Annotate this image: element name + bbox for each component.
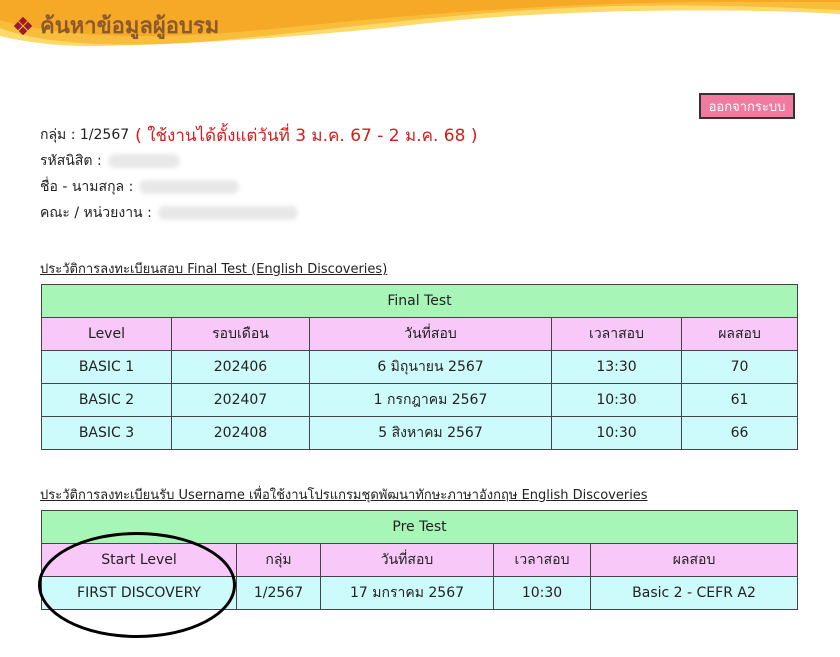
final-test-title: Final Test — [40, 284, 799, 318]
table-cell: BASIC 2 — [41, 383, 172, 417]
pre-test-table: Pre Test Start Level กลุ่ม วันที่สอบ เวล… — [40, 510, 799, 610]
final-test-table: Final Test Level รอบเดือน วันที่สอบ เวลา… — [40, 284, 799, 450]
pre-test-caption: ประวัติการลงทะเบียนรับ Username เพื่อใช้… — [40, 488, 648, 503]
table-row: FIRST DISCOVERY 1/2567 17 มกราคม 2567 10… — [41, 576, 799, 610]
table-row: BASIC 3 202408 5 สิงหาคม 2567 10:30 66 — [41, 416, 799, 450]
column-header: Start Level — [41, 543, 237, 577]
column-header: รอบเดือน — [171, 317, 310, 351]
table-cell: 1/2567 — [236, 576, 321, 610]
table-cell: 6 มิถุนายน 2567 — [309, 350, 552, 384]
table-row: BASIC 1 202406 6 มิถุนายน 2567 13:30 70 — [41, 350, 799, 384]
column-header: วันที่สอบ — [309, 317, 552, 351]
column-header: ผลสอบ — [680, 317, 799, 351]
table-cell: FIRST DISCOVERY — [41, 576, 237, 610]
faculty-redacted — [157, 206, 298, 220]
table-cell: 13:30 — [551, 350, 682, 384]
table-cell: 5 สิงหาคม 2567 — [309, 416, 552, 450]
table-cell: 17 มกราคม 2567 — [320, 576, 494, 610]
column-header: ผลสอบ — [589, 543, 799, 577]
column-header: เวลาสอบ — [551, 317, 682, 351]
usage-period: ( ใช้งานได้ตั้งแต่วันที่ 3 ม.ค. 67 - 2 ม… — [135, 125, 478, 146]
table-cell: 202407 — [171, 383, 310, 417]
table-cell: BASIC 3 — [41, 416, 172, 450]
page-header: ค้นหาข้อมูลผู้อบรม — [14, 8, 219, 43]
logout-button[interactable]: ออกจากระบบ — [699, 93, 795, 119]
table-cell: 10:30 — [493, 576, 591, 610]
table-cell: 202406 — [171, 350, 310, 384]
user-info: กลุ่ม : 1/2567 ( ใช้งานได้ตั้งแต่วันที่ … — [40, 122, 477, 226]
table-row: BASIC 2 202407 1 กรกฎาคม 2567 10:30 61 — [41, 383, 799, 417]
page-title: ค้นหาข้อมูลผู้อบรม — [40, 14, 220, 39]
student-id-redacted — [107, 154, 180, 168]
column-header: กลุ่ม — [236, 543, 321, 577]
table-cell: 1 กรกฎาคม 2567 — [309, 383, 552, 417]
table-cell: 10:30 — [551, 383, 682, 417]
pre-test-title: Pre Test — [40, 510, 799, 544]
column-header: Level — [41, 317, 172, 351]
column-header: เวลาสอบ — [493, 543, 591, 577]
table-cell: Basic 2 - CEFR A2 — [589, 576, 799, 610]
table-cell: BASIC 1 — [41, 350, 172, 384]
student-id-label: รหัสนิสิต : — [40, 153, 102, 169]
table-cell: 10:30 — [551, 416, 682, 450]
final-test-caption: ประวัติการลงทะเบียนสอบ Final Test (Engli… — [40, 262, 388, 277]
name-redacted — [139, 180, 240, 194]
faculty-label: คณะ / หน่วยงาน : — [40, 205, 152, 221]
table-cell: 61 — [680, 383, 799, 417]
table-cell: 66 — [680, 416, 799, 450]
column-header: วันที่สอบ — [320, 543, 494, 577]
name-label: ชื่อ - นามสกุล : — [40, 179, 134, 195]
diamond-bullet-icon — [14, 16, 32, 35]
table-cell: 70 — [680, 350, 799, 384]
table-cell: 202408 — [171, 416, 310, 450]
group-label: กลุ่ม : 1/2567 — [40, 127, 130, 143]
